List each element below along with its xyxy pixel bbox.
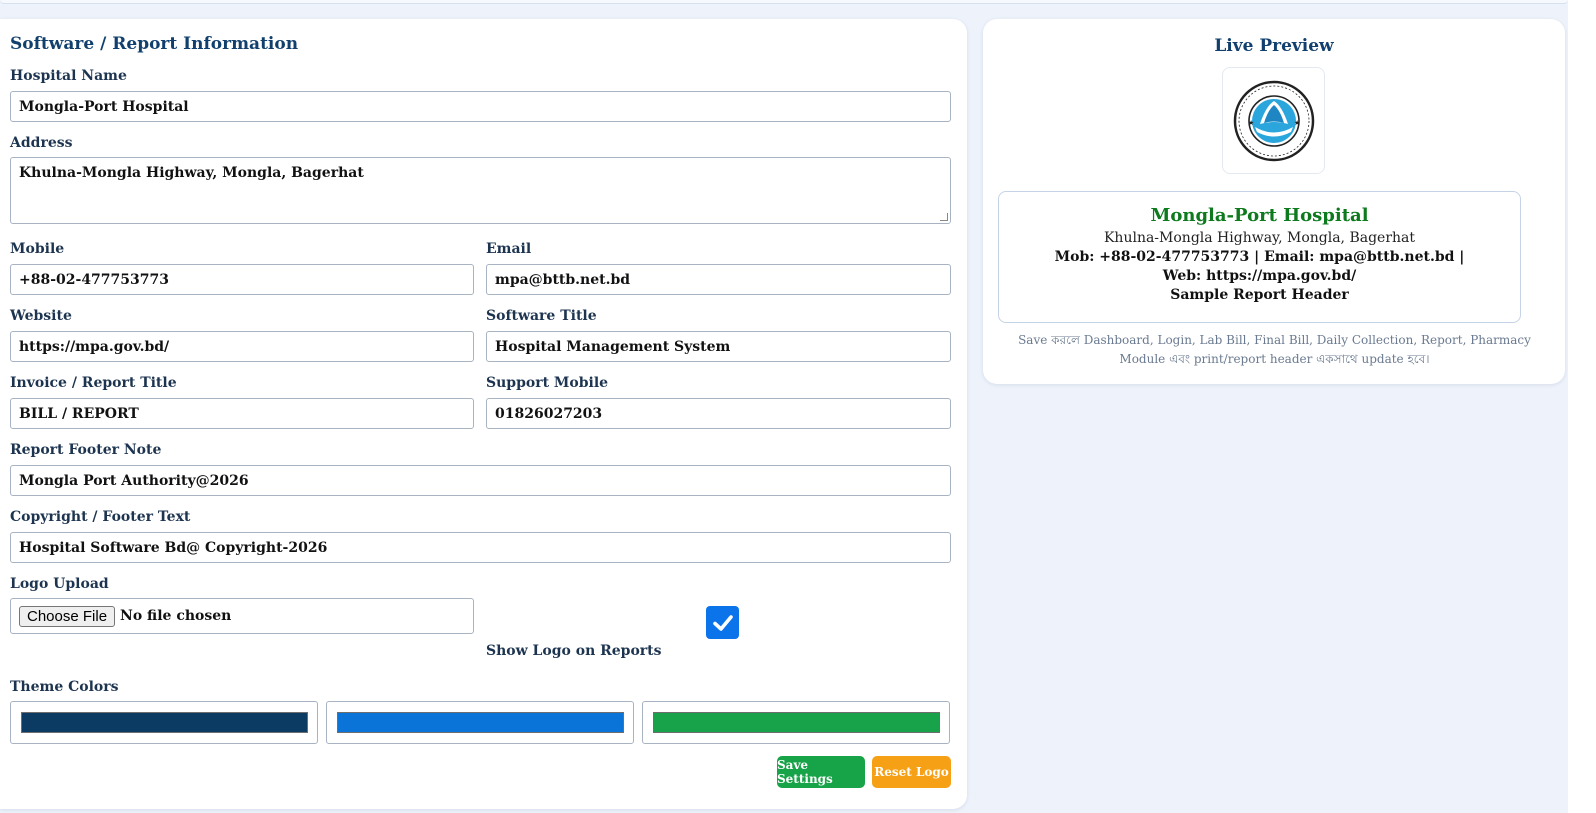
support-mobile-label: Support Mobile <box>486 375 609 391</box>
choose-file-button[interactable]: Choose File <box>19 605 116 627</box>
preview-logo-frame: ★ ★ <box>1222 67 1325 174</box>
section-title: Software / Report Information <box>10 34 299 54</box>
address-value: Khulna-Mongla Highway, Mongla, Bagerhat <box>19 165 364 181</box>
accent-color-swatch <box>653 712 940 733</box>
secondary-color-picker[interactable] <box>326 701 634 744</box>
preview-report-header: Mongla-Port Hospital Khulna-Mongla Highw… <box>998 191 1521 323</box>
preview-hospital-name: Mongla-Port Hospital <box>1150 205 1369 226</box>
copyright-label: Copyright / Footer Text <box>10 509 191 525</box>
file-status: No file chosen <box>120 608 232 624</box>
footer-note-label: Report Footer Note <box>10 442 162 458</box>
svg-text:★: ★ <box>1248 119 1254 127</box>
website-label: Website <box>10 308 72 324</box>
scrollbar-gutter[interactable] <box>1568 0 1596 813</box>
reset-logo-button[interactable]: Reset Logo <box>872 756 951 788</box>
show-logo-checkbox[interactable] <box>706 606 739 639</box>
mongla-port-authority-seal-icon: ★ ★ <box>1233 80 1314 161</box>
checkmark-icon <box>712 614 733 631</box>
hospital-name-label: Hospital Name <box>10 68 127 84</box>
preview-note: Save করলে Dashboard, Login, Lab Bill, Fi… <box>1018 333 1531 366</box>
accent-color-picker[interactable] <box>642 701 950 744</box>
show-logo-label: Show Logo on Reports <box>486 643 662 659</box>
preview-address: Khulna-Mongla Highway, Mongla, Bagerhat <box>1103 230 1416 246</box>
primary-color-swatch <box>21 712 308 733</box>
software-title-label: Software Title <box>486 308 597 324</box>
software-title-input[interactable]: Hospital Management System <box>486 331 951 362</box>
invoice-title-label: Invoice / Report Title <box>10 375 177 391</box>
footer-note-input[interactable]: Mongla Port Authority@2026 <box>10 465 951 496</box>
support-mobile-input[interactable]: 01826027203 <box>486 398 951 429</box>
mobile-input[interactable]: +88-02-477753773 <box>10 264 474 295</box>
copyright-input[interactable]: Hospital Software Bd@ Copyright-2026 <box>10 532 951 563</box>
address-label: Address <box>10 135 73 151</box>
svg-text:★: ★ <box>1294 119 1300 127</box>
email-input[interactable]: mpa@bttb.net.bd <box>486 264 951 295</box>
live-preview-card: Live Preview ★ ★ Mongla-Port Hospital Kh… <box>983 19 1565 384</box>
invoice-title-input[interactable]: BILL / REPORT <box>10 398 474 429</box>
logo-upload-label: Logo Upload <box>10 576 109 592</box>
primary-color-picker[interactable] <box>10 701 318 744</box>
mobile-label: Mobile <box>10 241 65 257</box>
email-label: Email <box>486 241 532 257</box>
address-textarea[interactable]: Khulna-Mongla Highway, Mongla, Bagerhat <box>10 157 951 224</box>
theme-colors-label: Theme Colors <box>10 679 119 695</box>
top-toolbar-edge <box>0 0 1568 4</box>
logo-file-input[interactable]: Choose File No file chosen <box>10 598 474 634</box>
save-settings-button[interactable]: Save Settings <box>777 756 865 788</box>
secondary-color-swatch <box>337 712 624 733</box>
preview-contact-line: Mob: +88-02-477753773 | Email: mpa@bttb.… <box>1054 249 1465 284</box>
website-input[interactable]: https://mpa.gov.bd/ <box>10 331 474 362</box>
preview-sample-header: Sample Report Header <box>1170 287 1349 303</box>
hospital-name-input[interactable]: Mongla-Port Hospital <box>10 91 951 122</box>
preview-title: Live Preview <box>1214 36 1334 56</box>
resize-grip-icon[interactable] <box>940 213 948 221</box>
